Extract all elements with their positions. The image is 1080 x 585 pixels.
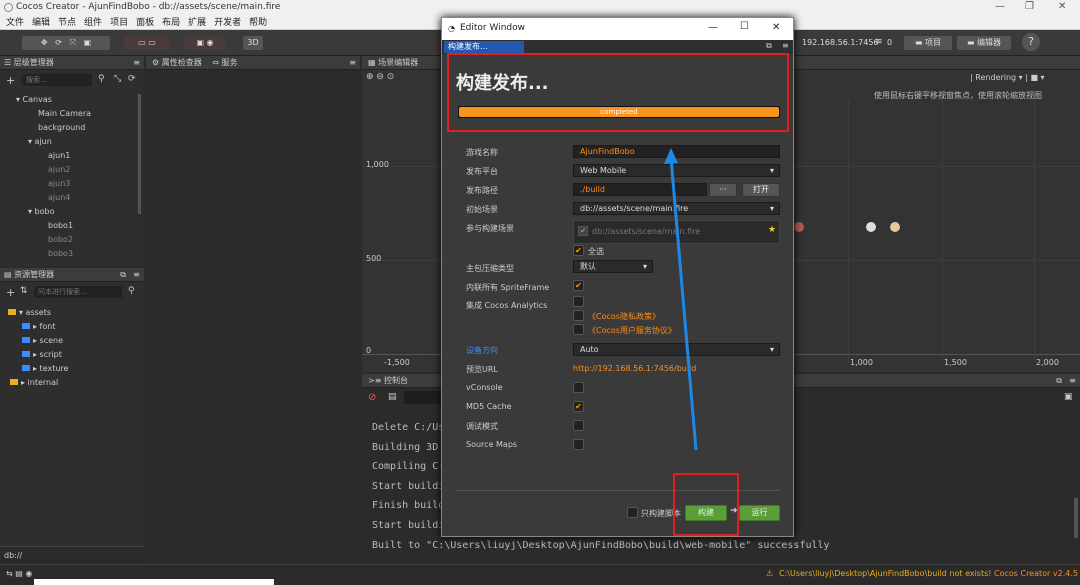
arrow-head bbox=[664, 148, 678, 164]
arrow-line bbox=[669, 157, 698, 451]
annotation-arrow bbox=[664, 148, 698, 451]
